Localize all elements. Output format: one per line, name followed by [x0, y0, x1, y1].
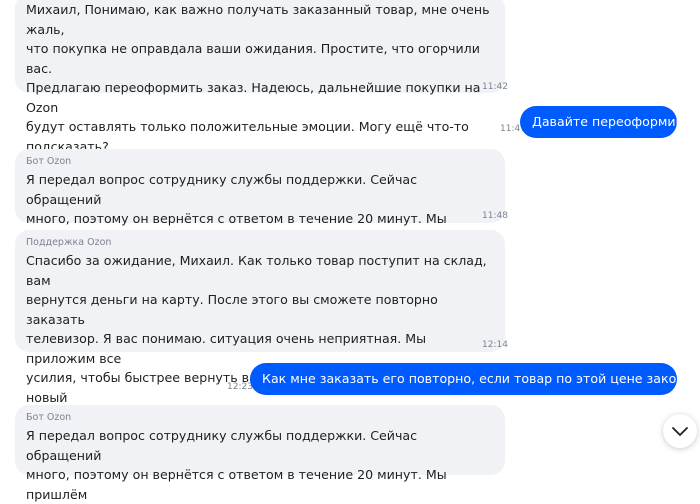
message-time: 12:23 [227, 382, 253, 392]
incoming-message: Бот Ozon Я передал вопрос сотруднику слу… [15, 405, 505, 502]
message-time: 12:14 [482, 340, 508, 350]
incoming-message: Бот Ozon Я передал вопрос сотруднику слу… [15, 149, 505, 265]
chat-message-list[interactable]: Михаил, Понимаю, как важно получать зака… [0, 0, 700, 502]
message-time: 11:42 [482, 82, 508, 92]
message-text: Я передал вопрос сотруднику службы подде… [26, 428, 447, 502]
message-text: Михаил, Понимаю, как важно получать зака… [26, 2, 490, 154]
outgoing-message: Как мне заказать его повторно, если това… [250, 363, 700, 395]
message-sender: Бот Ozon [26, 412, 72, 423]
message-text: Давайте переоформим [532, 114, 686, 129]
incoming-message: Михаил, Понимаю, как важно получать зака… [15, 0, 505, 154]
message-time: 11:48 [482, 211, 508, 221]
chevron-down-icon [672, 427, 688, 436]
scroll-down-button[interactable] [663, 414, 697, 448]
message-text: Как мне заказать его повторно, если това… [262, 371, 700, 386]
message-sender: Бот Ozon [26, 156, 72, 167]
outgoing-message: Давайте переоформим [520, 106, 685, 138]
incoming-message: Поддержка Ozon Спасибо за ожидание, Миха… [15, 230, 505, 463]
message-sender: Поддержка Ozon [26, 237, 112, 248]
